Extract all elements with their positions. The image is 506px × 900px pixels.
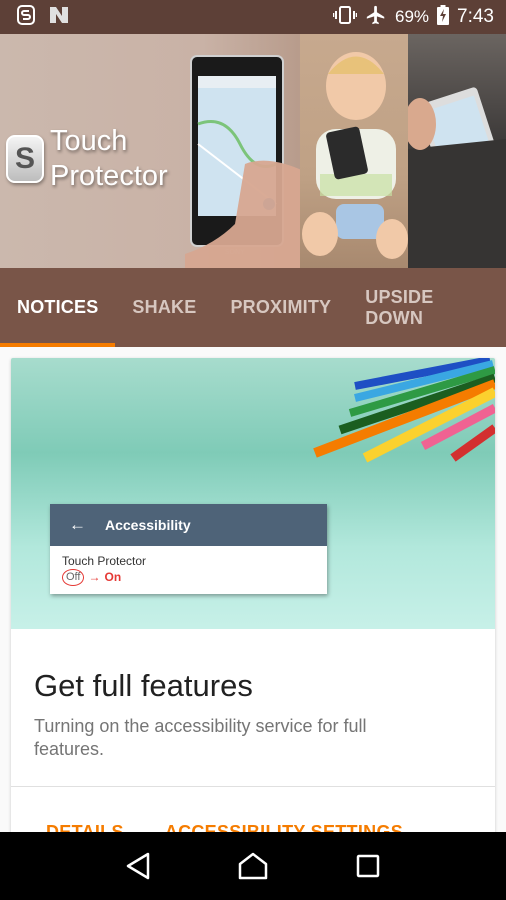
app-s-icon (17, 4, 35, 30)
n-icon (49, 6, 69, 29)
state-on-label: On (104, 570, 122, 584)
notice-card: ← Accessibility Touch Protector Off → On… (11, 358, 495, 878)
airplane-icon (365, 4, 387, 31)
recents-square-icon (357, 854, 380, 878)
app-logo-icon: S (6, 135, 44, 183)
arrow-right-icon: → (88, 570, 101, 584)
tab-proximity[interactable]: PROXIMITY (213, 268, 348, 347)
navigation-bar (0, 832, 506, 900)
tab-bar: NOTICES SHAKE PROXIMITY UPSIDE DOWN (0, 268, 506, 347)
status-bar: 69% 7:43 (0, 0, 506, 34)
card-divider (11, 786, 495, 787)
state-off-label: Off (62, 569, 85, 586)
tab-notices[interactable]: NOTICES (0, 268, 116, 347)
clock: 7:43 (457, 6, 494, 27)
nav-recents-button[interactable] (348, 846, 388, 886)
colored-pencils-image (313, 358, 495, 463)
card-title: Get full features (34, 668, 253, 703)
card-description: Turning on the accessibility service for… (34, 716, 367, 759)
tab-shake[interactable]: SHAKE (115, 268, 213, 347)
nav-home-button[interactable] (233, 846, 273, 886)
home-icon (238, 852, 268, 880)
baby-photo (300, 34, 408, 268)
back-arrow-icon: ← (69, 515, 86, 534)
logo-line-2: Protector (50, 160, 168, 192)
accessibility-preview: ← Accessibility Touch Protector Off → On (50, 504, 327, 594)
accessibility-header-title: Accessibility (105, 517, 191, 533)
battery-charging-icon (437, 4, 450, 30)
vibrate-icon (332, 5, 358, 30)
accessibility-setting-name: Touch Protector (62, 554, 147, 568)
logo-line-1: Touch (50, 125, 128, 157)
back-triangle-icon (126, 852, 149, 880)
app-logo: S Touch Protector (6, 124, 168, 194)
card-illustration: ← Accessibility Touch Protector Off → On (11, 358, 495, 629)
feature-banner: SONY S Touch Protector (0, 34, 506, 268)
battery-percent: 69% (394, 7, 430, 26)
phone-in-hand-illustration: SONY (185, 55, 310, 268)
tab-upside-down[interactable]: UPSIDE DOWN (348, 268, 506, 347)
nav-back-button[interactable] (118, 846, 158, 886)
pocket-photo (404, 34, 506, 268)
